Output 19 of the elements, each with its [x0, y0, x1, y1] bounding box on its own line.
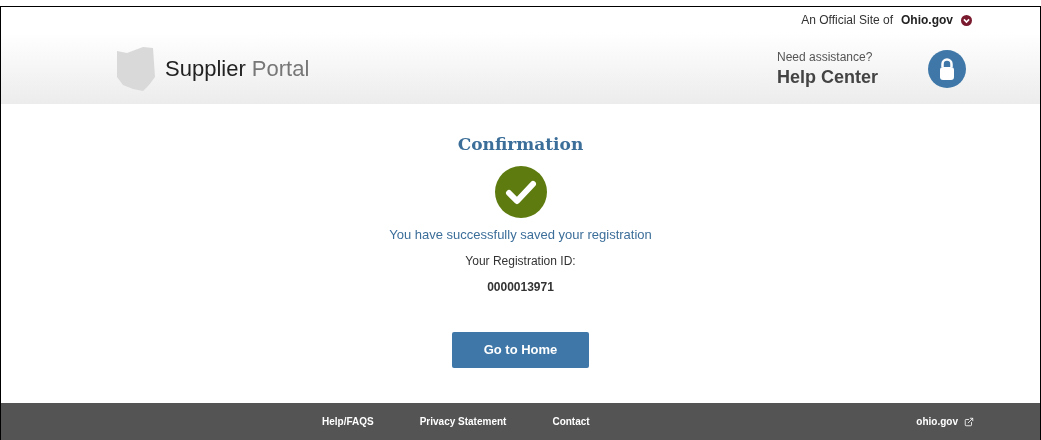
registration-id: 0000013971	[487, 279, 554, 296]
check-circle-icon	[494, 165, 547, 218]
portal-title: Supplier Portal	[165, 55, 310, 83]
padlock-icon[interactable]	[928, 49, 966, 88]
go-to-home-button[interactable]: Go to Home	[452, 332, 589, 368]
help-hint: Need assistance?	[776, 49, 874, 67]
confirmation-title: Confirmation	[457, 133, 584, 156]
ohio-gov-link[interactable]: ohio.gov	[916, 414, 958, 429]
footer-link[interactable]: Help/FAQS	[322, 414, 374, 429]
registration-id-label: Your Registration ID:	[465, 253, 576, 270]
success-message: You have successfully saved your registration	[389, 225, 652, 244]
footer-link[interactable]: Contact	[552, 414, 590, 429]
help-center-link[interactable]: Help Center	[776, 66, 878, 89]
footer-link[interactable]: Privacy Statement	[419, 414, 507, 429]
ohio-gov-logo[interactable]: Ohio.gov	[901, 11, 953, 29]
official-site-label: An Official Site of	[801, 12, 893, 29]
external-link-icon	[964, 416, 974, 427]
chevron-down-icon[interactable]	[961, 14, 972, 26]
state-outline-icon	[115, 46, 155, 91]
